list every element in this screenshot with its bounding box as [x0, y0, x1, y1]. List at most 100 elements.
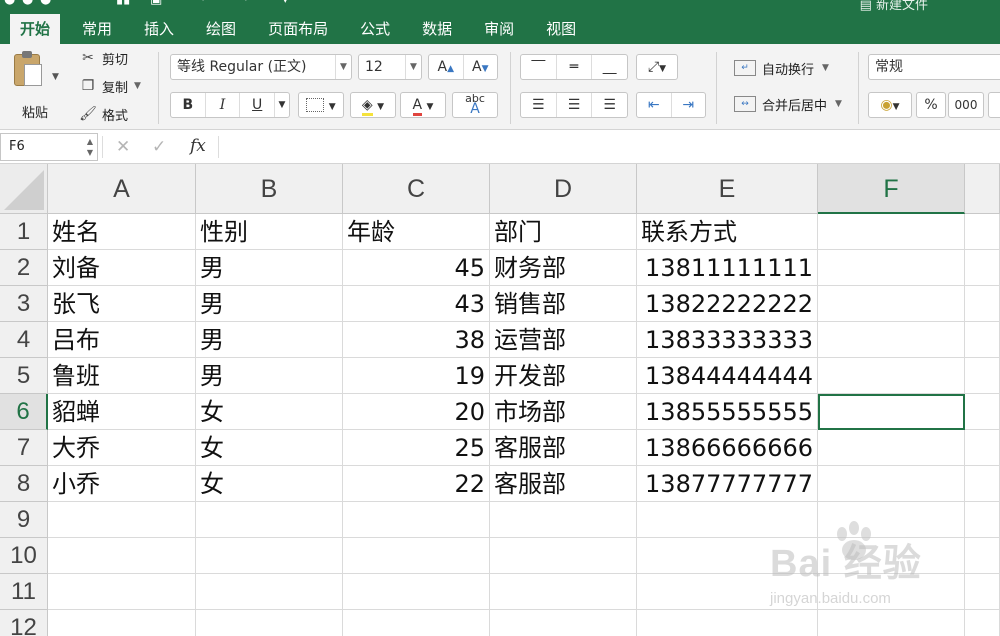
table-cell[interactable]: 13877777777 — [637, 466, 818, 502]
table-cell[interactable]: 43 — [343, 286, 490, 322]
tab-common[interactable]: 常用 — [72, 14, 122, 44]
fill-color-button[interactable]: ◈ ▼ — [350, 92, 396, 118]
table-cell[interactable]: 市场部 — [490, 394, 637, 430]
format-painter-button[interactable]: 🖌 格式 — [78, 104, 128, 124]
cut-button[interactable]: ✂ 剪切 — [78, 48, 128, 68]
table-cell[interactable]: 男 — [196, 322, 343, 358]
save-icon[interactable]: ▣ — [150, 0, 162, 7]
empty-cell[interactable] — [637, 610, 818, 636]
table-cell[interactable]: 男 — [196, 250, 343, 286]
active-cell[interactable] — [818, 394, 965, 430]
empty-cell[interactable] — [965, 286, 1000, 322]
qat-more-icon[interactable]: ▾ — [282, 0, 289, 7]
empty-cell[interactable] — [196, 502, 343, 538]
empty-cell[interactable] — [343, 574, 490, 610]
increase-decimal-button[interactable] — [988, 92, 1000, 118]
table-cell[interactable]: 运营部 — [490, 322, 637, 358]
row-header-11[interactable]: 11 — [0, 574, 48, 610]
table-cell[interactable]: 女 — [196, 466, 343, 502]
row-header-2[interactable]: 2 — [0, 250, 48, 286]
column-header-f[interactable]: F — [818, 164, 965, 214]
empty-cell[interactable] — [965, 214, 1000, 250]
insert-function-icon[interactable]: fx — [190, 136, 206, 156]
empty-cell[interactable] — [818, 574, 965, 610]
empty-cell[interactable] — [637, 502, 818, 538]
empty-cell[interactable] — [48, 502, 196, 538]
column-header-c[interactable]: C — [343, 164, 490, 214]
table-cell[interactable]: 客服部 — [490, 466, 637, 502]
empty-cell[interactable] — [965, 394, 1000, 430]
chevron-down-icon[interactable]: ▼ — [134, 81, 141, 91]
empty-cell[interactable] — [965, 322, 1000, 358]
table-cell[interactable]: 25 — [343, 430, 490, 466]
window-minimize-icon[interactable]: ● — [22, 0, 33, 7]
table-cell[interactable]: 38 — [343, 322, 490, 358]
font-name-select[interactable]: 等线 Regular (正文) ▼ — [170, 54, 352, 80]
tab-view[interactable]: 视图 — [536, 14, 586, 44]
table-cell[interactable]: 客服部 — [490, 430, 637, 466]
table-cell[interactable]: 女 — [196, 394, 343, 430]
column-header-e[interactable]: E — [637, 164, 818, 214]
empty-cell[interactable] — [965, 574, 1000, 610]
chevron-down-icon[interactable]: ▼ — [405, 55, 421, 79]
select-all-corner[interactable] — [0, 164, 48, 214]
table-cell[interactable]: 13844444444 — [637, 358, 818, 394]
row-header-3[interactable]: 3 — [0, 286, 48, 322]
chevron-down-icon[interactable]: ▼ — [377, 102, 384, 112]
table-cell[interactable]: 销售部 — [490, 286, 637, 322]
empty-cell[interactable] — [818, 466, 965, 502]
table-cell[interactable]: 女 — [196, 430, 343, 466]
align-center-button[interactable]: ☰ — [557, 93, 593, 117]
underline-button[interactable]: U — [240, 93, 276, 117]
tab-formulas[interactable]: 公式 — [350, 14, 400, 44]
chevron-down-icon[interactable]: ▼ — [822, 63, 829, 73]
table-cell[interactable]: 13811111111 — [637, 250, 818, 286]
table-cell[interactable]: 20 — [343, 394, 490, 430]
shrink-font-button[interactable]: A▼ — [464, 55, 498, 79]
table-cell[interactable]: 貂蝉 — [48, 394, 196, 430]
table-cell[interactable]: 男 — [196, 286, 343, 322]
enter-icon[interactable]: ✓ — [152, 137, 166, 157]
table-cell[interactable]: 开发部 — [490, 358, 637, 394]
align-top-button[interactable]: ⎺ — [521, 55, 557, 79]
empty-cell[interactable] — [818, 538, 965, 574]
row-header-9[interactable]: 9 — [0, 502, 48, 538]
table-cell[interactable]: 45 — [343, 250, 490, 286]
copy-button[interactable]: ❐ 复制 ▼ — [78, 76, 141, 96]
row-header-10[interactable]: 10 — [0, 538, 48, 574]
align-middle-button[interactable]: ═ — [557, 55, 593, 79]
percent-button[interactable]: % — [916, 92, 946, 118]
table-cell[interactable]: 13833333333 — [637, 322, 818, 358]
column-header-d[interactable]: D — [490, 164, 637, 214]
header-cell[interactable]: 姓名 — [48, 214, 196, 250]
name-box[interactable]: F6 ▲ ▼ — [0, 133, 98, 161]
formula-input[interactable] — [226, 136, 986, 158]
tab-page-layout[interactable]: 页面布局 — [258, 14, 338, 44]
wrap-text-button[interactable]: ↵ 自动换行 ▼ — [734, 58, 829, 78]
empty-cell[interactable] — [818, 214, 965, 250]
empty-cell[interactable] — [965, 358, 1000, 394]
align-right-button[interactable]: ☰ — [592, 93, 627, 117]
paste-button[interactable]: ▼ 粘贴 — [10, 51, 60, 122]
empty-cell[interactable] — [48, 574, 196, 610]
empty-cell[interactable] — [818, 322, 965, 358]
chevron-down-icon[interactable]: ▼ — [335, 55, 351, 79]
merge-center-button[interactable]: ↔ 合并后居中 ▼ — [734, 94, 842, 114]
font-color-button[interactable]: A ▼ — [400, 92, 446, 118]
row-header-1[interactable]: 1 — [0, 214, 48, 250]
row-header-5[interactable]: 5 — [0, 358, 48, 394]
empty-cell[interactable] — [965, 430, 1000, 466]
header-cell[interactable]: 年龄 — [343, 214, 490, 250]
cancel-icon[interactable]: ✕ — [116, 137, 130, 157]
empty-cell[interactable] — [343, 502, 490, 538]
chevron-down-icon[interactable]: ▼ — [427, 102, 434, 112]
tab-data[interactable]: 数据 — [412, 14, 462, 44]
row-header-12[interactable]: 12 — [0, 610, 48, 636]
phonetic-guide-button[interactable]: abc A — [452, 92, 498, 118]
undo-icon[interactable]: ↶ — [200, 0, 211, 7]
accounting-format-button[interactable]: ◉▼ — [868, 92, 912, 118]
table-cell[interactable]: 鲁班 — [48, 358, 196, 394]
comma-style-button[interactable]: 000 — [948, 92, 984, 118]
table-cell[interactable]: 刘备 — [48, 250, 196, 286]
name-box-stepper-icon[interactable]: ▲ ▼ — [87, 136, 93, 158]
